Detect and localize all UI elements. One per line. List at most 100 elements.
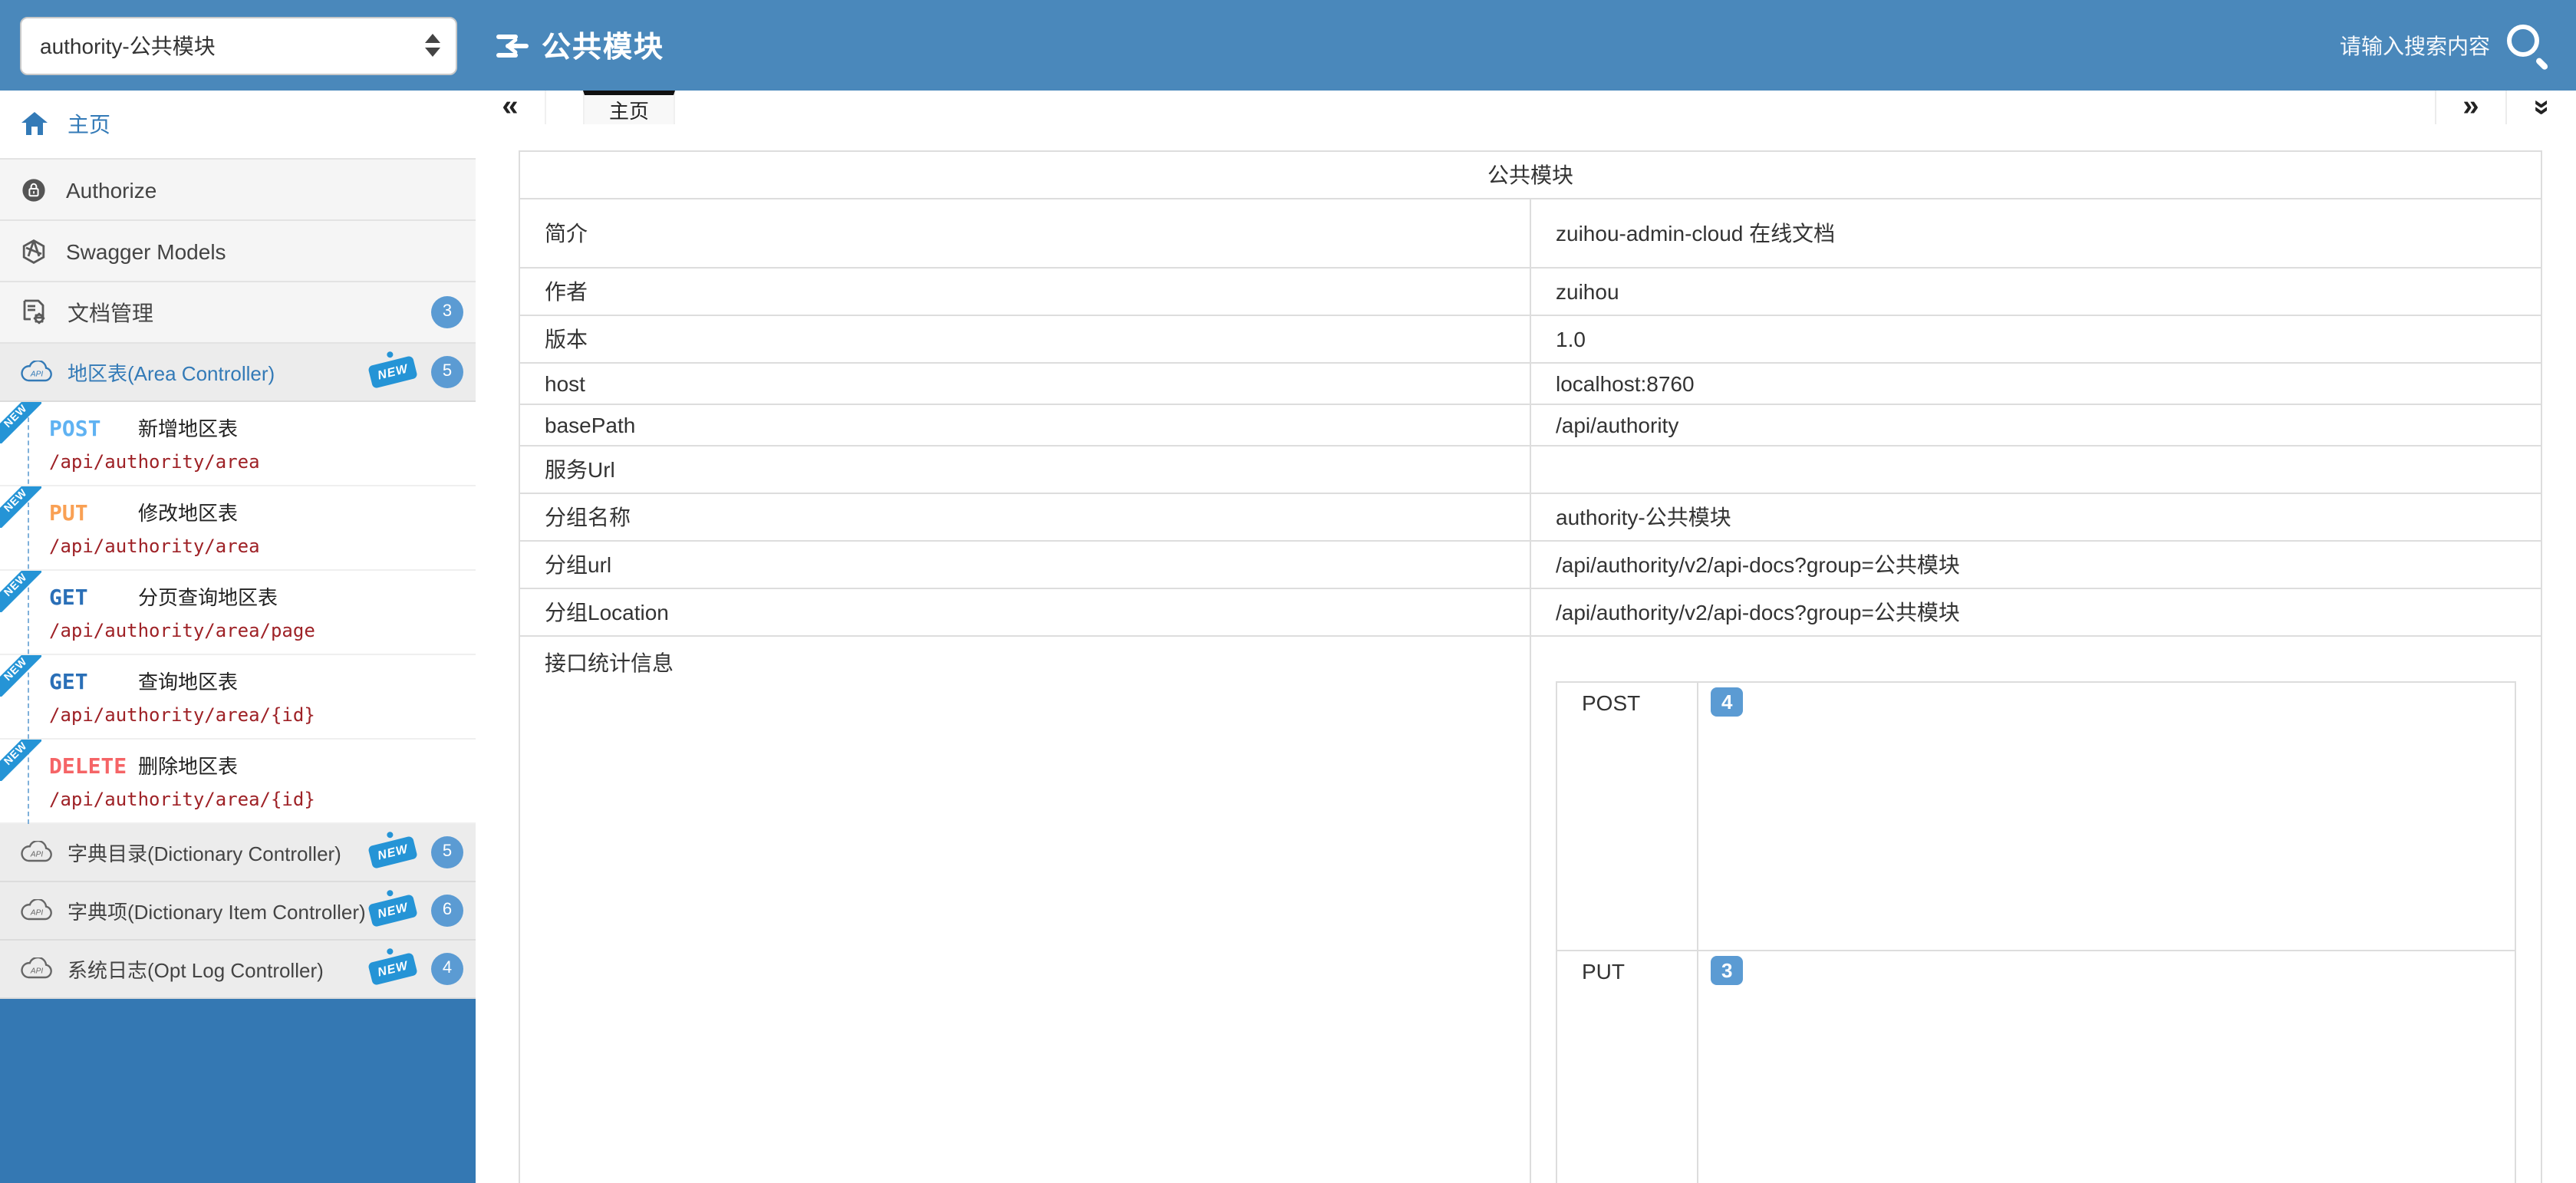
sidebar: 主页 Authorize Swagger Models: [0, 91, 476, 1183]
table-row: 公共模块: [519, 151, 2541, 199]
table-row: 分组url /api/authority/v2/api-docs?group=公…: [519, 541, 2541, 588]
sidebar-group-area-controller[interactable]: API 地区表(Area Controller) NEW 5: [0, 344, 476, 402]
group-label: 字典目录(Dictionary Controller): [68, 838, 341, 867]
tabs-menu-button[interactable]: «: [2505, 91, 2576, 124]
table-row: 接口统计信息 POST 4 PUT 3: [519, 636, 2541, 1183]
svg-text:API: API: [30, 371, 43, 379]
top-bar: authority-公共模块 公共模块: [0, 0, 2576, 91]
new-ribbon-icon: NEW: [0, 655, 41, 697]
row-label: 接口统计信息: [519, 636, 1530, 1183]
stats-method: POST: [1556, 682, 1698, 951]
sidebar-item-swagger-models[interactable]: Swagger Models: [0, 221, 476, 282]
tab-bar: « 主页 » «: [476, 91, 2576, 124]
operation-path: /api/authority/area/{id}: [49, 704, 469, 726]
stats-count-badge: 3: [1711, 956, 1743, 985]
sidebar-group-opt-log-controller[interactable]: API 系统日志(Opt Log Controller) NEW 4: [0, 941, 476, 999]
group-count-badge: 5: [431, 356, 463, 388]
stats-count-badge: 4: [1711, 687, 1743, 717]
operation-delete-area[interactable]: NEW DELETE 删除地区表 /api/authority/area/{id…: [0, 740, 476, 824]
operation-path: /api/authority/area/{id}: [49, 789, 469, 810]
stats-cell: POST 4 PUT 3 GET 9: [1530, 636, 2541, 1183]
row-value: zuihou-admin-cloud 在线文档: [1530, 199, 2541, 268]
table-row: 简介 zuihou-admin-cloud 在线文档: [519, 199, 2541, 268]
chevron-double-down-icon: «: [2525, 99, 2558, 115]
table-title: 公共模块: [519, 151, 2541, 199]
new-ribbon-icon: NEW: [0, 571, 41, 612]
operation-get-area-page[interactable]: NEW GET 分页查询地区表 /api/authority/area/page: [0, 571, 476, 655]
new-tag: NEW: [367, 355, 418, 389]
home-icon: [21, 112, 48, 137]
row-label: 分组名称: [519, 493, 1530, 541]
api-cloud-icon: API: [20, 841, 54, 864]
row-value: [1530, 446, 2541, 493]
method-label: DELETE: [49, 755, 138, 779]
row-label: 服务Url: [519, 446, 1530, 493]
models-icon: [21, 239, 46, 263]
operation-path: /api/authority/area: [49, 451, 469, 473]
row-value: localhost:8760: [1530, 363, 2541, 404]
tabs-scroll-right-button[interactable]: »: [2435, 91, 2505, 124]
method-label: GET: [49, 586, 138, 611]
svg-text:API: API: [30, 851, 43, 859]
row-label: 版本: [519, 315, 1530, 363]
operation-path: /api/authority/area/page: [49, 620, 469, 641]
group-select[interactable]: authority-公共模块: [20, 16, 457, 74]
new-tag: NEW: [367, 894, 418, 928]
operation-post-area[interactable]: NEW POST 新增地区表 /api/authority/area: [0, 402, 476, 486]
app: authority-公共模块 公共模块: [0, 0, 2576, 1183]
search-icon[interactable]: [2502, 19, 2555, 71]
table-row: 分组名称 authority-公共模块: [519, 493, 2541, 541]
new-ribbon-icon: NEW: [0, 486, 41, 528]
row-value: /api/authority: [1530, 404, 2541, 446]
operation-get-area-id[interactable]: NEW GET 查询地区表 /api/authority/area/{id}: [0, 655, 476, 740]
sidebar-item-label: Swagger Models: [66, 239, 226, 263]
row-label: basePath: [519, 404, 1530, 446]
operation-list: NEW POST 新增地区表 /api/authority/area NEW P…: [0, 402, 476, 824]
select-arrows-icon: [425, 34, 440, 57]
main-content: « 主页 » « 公共模块: [476, 91, 2576, 1183]
table-row: 分组Location /api/authority/v2/api-docs?gr…: [519, 588, 2541, 636]
sidebar-item-home[interactable]: 主页: [0, 91, 476, 160]
sidebar-item-label: Authorize: [66, 177, 156, 202]
new-tag: NEW: [367, 952, 418, 986]
svg-text:API: API: [30, 967, 43, 976]
operation-name: 分页查询地区表: [138, 582, 278, 611]
new-ribbon-icon: NEW: [0, 402, 41, 443]
sidebar-item-authorize[interactable]: Authorize: [0, 160, 476, 221]
operation-name: 查询地区表: [138, 666, 238, 695]
module-info-table: 公共模块 简介 zuihou-admin-cloud 在线文档 作者 zuiho…: [519, 150, 2542, 1183]
tabs-scroll-left-button[interactable]: «: [476, 91, 546, 124]
table-row: host localhost:8760: [519, 363, 2541, 404]
row-label: 作者: [519, 268, 1530, 315]
table-row: 作者 zuihou: [519, 268, 2541, 315]
operation-name: 修改地区表: [138, 497, 238, 526]
operation-put-area[interactable]: NEW PUT 修改地区表 /api/authority/area: [0, 486, 476, 571]
operation-name: 删除地区表: [138, 750, 238, 779]
row-label: host: [519, 363, 1530, 404]
search-input[interactable]: [2229, 33, 2490, 58]
stats-row: PUT 3: [1556, 951, 2515, 1183]
search-area: [2229, 0, 2555, 91]
api-cloud-icon: API: [20, 957, 54, 980]
doc-count-badge: 3: [431, 296, 463, 328]
table-row: basePath /api/authority: [519, 404, 2541, 446]
group-label: 系统日志(Opt Log Controller): [68, 954, 324, 984]
api-cloud-icon: API: [20, 899, 54, 922]
page-title: 公共模块: [542, 25, 664, 66]
group-select-value: authority-公共模块: [40, 30, 425, 61]
tab-home[interactable]: 主页: [583, 91, 675, 124]
sidebar-group-dictionary-item-controller[interactable]: API 字典项(Dictionary Item Controller) NEW …: [0, 882, 476, 941]
method-label: GET: [49, 671, 138, 695]
row-label: 简介: [519, 199, 1530, 268]
row-value: authority-公共模块: [1530, 493, 2541, 541]
row-value: zuihou: [1530, 268, 2541, 315]
sidebar-item-doc-manage[interactable]: 文档管理 3: [0, 282, 476, 344]
doc-manage-icon: [21, 299, 48, 325]
stats-row: POST 4: [1556, 682, 2515, 951]
group-count-badge: 6: [431, 895, 463, 927]
row-value: 1.0: [1530, 315, 2541, 363]
app-title-wrap: 公共模块: [496, 25, 664, 66]
sidebar-group-dictionary-controller[interactable]: API 字典目录(Dictionary Controller) NEW 5: [0, 824, 476, 882]
method-label: PUT: [49, 502, 138, 526]
home-doc-panel: 公共模块 简介 zuihou-admin-cloud 在线文档 作者 zuiho…: [476, 124, 2576, 1183]
